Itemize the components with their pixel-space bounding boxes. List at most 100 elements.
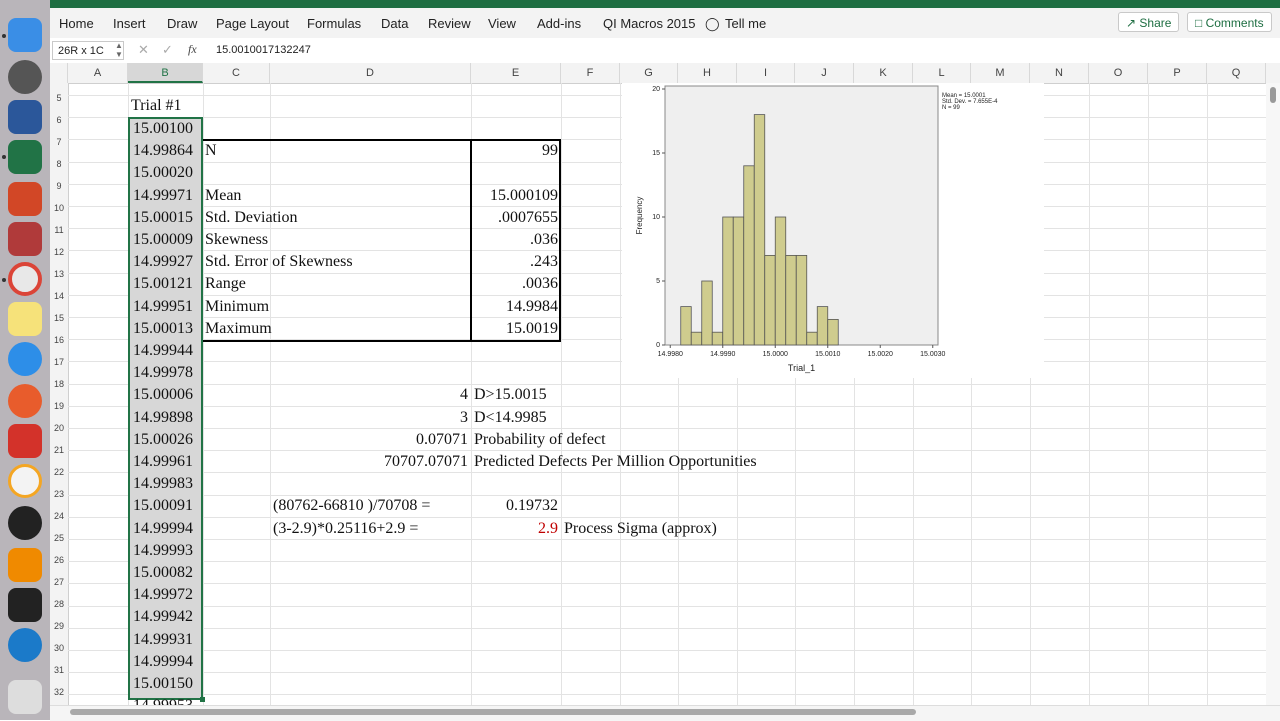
tab-home[interactable]: Home bbox=[59, 16, 94, 31]
tab-formulas[interactable]: Formulas bbox=[307, 16, 361, 31]
vertical-scroll-thumb[interactable] bbox=[1270, 87, 1276, 103]
row-header[interactable]: 20 bbox=[50, 423, 68, 433]
enter-check-icon[interactable]: ✓ bbox=[162, 42, 173, 58]
dictionary-icon[interactable] bbox=[8, 222, 42, 256]
vlc-icon[interactable] bbox=[8, 548, 42, 582]
grid-column-line bbox=[1148, 83, 1149, 710]
tab-draw[interactable]: Draw bbox=[167, 16, 197, 31]
acrobat-icon[interactable] bbox=[8, 424, 42, 458]
lightbulb-icon: ◯ bbox=[705, 16, 720, 31]
tab-view[interactable]: View bbox=[488, 16, 516, 31]
column-header[interactable]: G bbox=[620, 63, 678, 83]
x-tick-label: 14.9990 bbox=[710, 351, 735, 358]
row-header[interactable]: 32 bbox=[50, 687, 68, 697]
column-header-selected[interactable]: B bbox=[128, 63, 203, 83]
horizontal-scrollbar[interactable] bbox=[50, 705, 1280, 721]
column-header[interactable]: F bbox=[561, 63, 620, 83]
select-all-corner[interactable] bbox=[50, 63, 68, 83]
tab-page-layout[interactable]: Page Layout bbox=[216, 16, 289, 31]
notes-icon[interactable] bbox=[8, 302, 42, 336]
tab-data[interactable]: Data bbox=[381, 16, 408, 31]
row-header[interactable]: 14 bbox=[50, 291, 68, 301]
row-header[interactable]: 11 bbox=[50, 225, 68, 235]
selected-range[interactable] bbox=[128, 117, 203, 700]
histogram-bar bbox=[795, 254, 808, 346]
column-header[interactable]: D bbox=[270, 63, 471, 83]
clock-icon[interactable] bbox=[8, 506, 42, 540]
row-header[interactable]: 28 bbox=[50, 599, 68, 609]
row-header[interactable]: 19 bbox=[50, 401, 68, 411]
column-header[interactable]: C bbox=[203, 63, 270, 83]
vertical-scrollbar[interactable] bbox=[1266, 83, 1280, 705]
column-header[interactable]: N bbox=[1030, 63, 1089, 83]
row-header[interactable]: 30 bbox=[50, 643, 68, 653]
excel-icon[interactable] bbox=[8, 140, 42, 174]
fx-icon[interactable]: fx bbox=[188, 42, 197, 57]
name-box[interactable]: 26R x 1C bbox=[52, 41, 124, 60]
histogram-svg: 0 5 10 15 20 14.9980 14.9990 15.0000 15.0010 15.0… bbox=[635, 85, 998, 373]
grid-row-line bbox=[68, 384, 1280, 385]
ccleaner-icon[interactable] bbox=[8, 384, 42, 418]
row-header[interactable]: 29 bbox=[50, 621, 68, 631]
finder-icon[interactable] bbox=[8, 18, 42, 52]
launchpad-icon[interactable] bbox=[8, 60, 42, 94]
column-header[interactable]: E bbox=[471, 63, 561, 83]
row-header[interactable]: 5 bbox=[50, 93, 68, 103]
trash-icon[interactable] bbox=[8, 680, 42, 714]
grid-row-line bbox=[68, 495, 1280, 496]
grid-row-line bbox=[68, 517, 1280, 518]
column-header[interactable]: O bbox=[1089, 63, 1148, 83]
row-header[interactable]: 22 bbox=[50, 467, 68, 477]
horizontal-scroll-thumb[interactable] bbox=[70, 709, 916, 715]
tab-insert[interactable]: Insert bbox=[113, 16, 146, 31]
row-header[interactable]: 24 bbox=[50, 511, 68, 521]
row-header[interactable]: 31 bbox=[50, 665, 68, 675]
app-store-icon[interactable] bbox=[8, 342, 42, 376]
row-header[interactable]: 18 bbox=[50, 379, 68, 389]
column-header[interactable]: A bbox=[68, 63, 128, 83]
comments-button[interactable]: □ Comments bbox=[1187, 12, 1272, 32]
column-header[interactable]: J bbox=[795, 63, 854, 83]
column-header[interactable]: I bbox=[737, 63, 795, 83]
fill-handle[interactable] bbox=[200, 697, 205, 702]
row-header[interactable]: 6 bbox=[50, 115, 68, 125]
word-icon[interactable] bbox=[8, 100, 42, 134]
cancel-icon[interactable]: ✕ bbox=[138, 42, 149, 58]
y-tick-label: 5 bbox=[656, 278, 660, 285]
tab-add-ins[interactable]: Add-ins bbox=[537, 16, 581, 31]
row-header[interactable]: 10 bbox=[50, 203, 68, 213]
photos-icon[interactable] bbox=[8, 464, 42, 498]
row-header[interactable]: 7 bbox=[50, 137, 68, 147]
row-header[interactable]: 17 bbox=[50, 357, 68, 367]
y-tick-label: 15 bbox=[652, 150, 660, 157]
share-button[interactable]: ↗ Share bbox=[1118, 12, 1180, 32]
quicktime-icon[interactable] bbox=[8, 628, 42, 662]
histogram-bar bbox=[701, 280, 713, 346]
row-header[interactable]: 13 bbox=[50, 269, 68, 279]
row-header[interactable]: 15 bbox=[50, 313, 68, 323]
column-header[interactable]: P bbox=[1148, 63, 1207, 83]
row-header[interactable]: 25 bbox=[50, 533, 68, 543]
histogram-chart[interactable]: 0 5 10 15 20 14.9980 14.9990 15.0000 15.0010 15.0… bbox=[622, 83, 1044, 378]
chrome-icon[interactable] bbox=[8, 262, 42, 296]
formula-input[interactable]: 15.0010017132247 bbox=[216, 44, 311, 56]
column-header[interactable]: K bbox=[854, 63, 913, 83]
row-header[interactable]: 21 bbox=[50, 445, 68, 455]
row-header[interactable]: 26 bbox=[50, 555, 68, 565]
powerpoint-icon[interactable] bbox=[8, 182, 42, 216]
wifi-lock-icon[interactable] bbox=[8, 588, 42, 622]
column-header[interactable]: H bbox=[678, 63, 737, 83]
row-header[interactable]: 8 bbox=[50, 159, 68, 169]
row-header[interactable]: 23 bbox=[50, 489, 68, 499]
column-header[interactable]: L bbox=[913, 63, 971, 83]
tab-qi-macros[interactable]: QI Macros 2015 bbox=[603, 16, 696, 31]
tell-me-box[interactable]: Tell me bbox=[725, 16, 766, 31]
row-header[interactable]: 9 bbox=[50, 181, 68, 191]
row-header[interactable]: 16 bbox=[50, 335, 68, 345]
tab-review[interactable]: Review bbox=[428, 16, 471, 31]
row-header[interactable]: 27 bbox=[50, 577, 68, 587]
column-header[interactable]: M bbox=[971, 63, 1030, 83]
row-header[interactable]: 12 bbox=[50, 247, 68, 257]
name-box-stepper-icon[interactable]: ▲ ▼ bbox=[115, 41, 123, 59]
column-header[interactable]: Q bbox=[1207, 63, 1266, 83]
